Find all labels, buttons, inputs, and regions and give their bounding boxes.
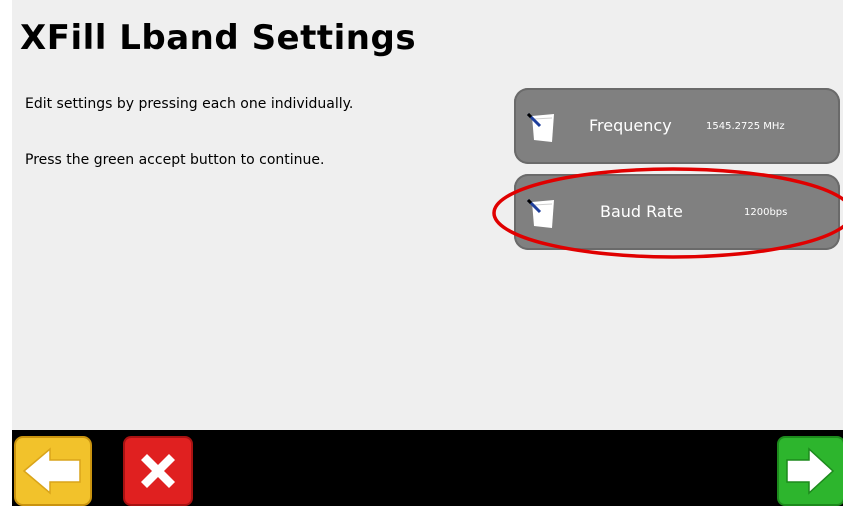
setting-value: 1200bps — [744, 207, 788, 218]
back-button[interactable] — [14, 436, 92, 506]
cancel-button[interactable] — [123, 436, 193, 506]
edit-note-icon — [526, 198, 554, 228]
frequency-setting-button[interactable]: Frequency 1545.2725 MHz — [514, 88, 840, 164]
instruction-text-2: Press the green accept button to continu… — [25, 152, 325, 168]
accept-button[interactable] — [777, 436, 843, 506]
instruction-text-1: Edit settings by pressing each one indiv… — [25, 96, 354, 112]
page-title: XFill Lband Settings — [20, 18, 417, 58]
baud-rate-setting-button[interactable]: Baud Rate 1200bps — [514, 174, 840, 250]
display-screen: XFill Lband Settings Edit settings by pr… — [12, 0, 843, 506]
setting-value: 1545.2725 MHz — [706, 121, 785, 132]
bottom-toolbar — [12, 430, 843, 506]
edit-note-icon — [526, 112, 554, 142]
setting-label: Baud Rate — [600, 202, 683, 221]
setting-label: Frequency — [589, 116, 672, 135]
